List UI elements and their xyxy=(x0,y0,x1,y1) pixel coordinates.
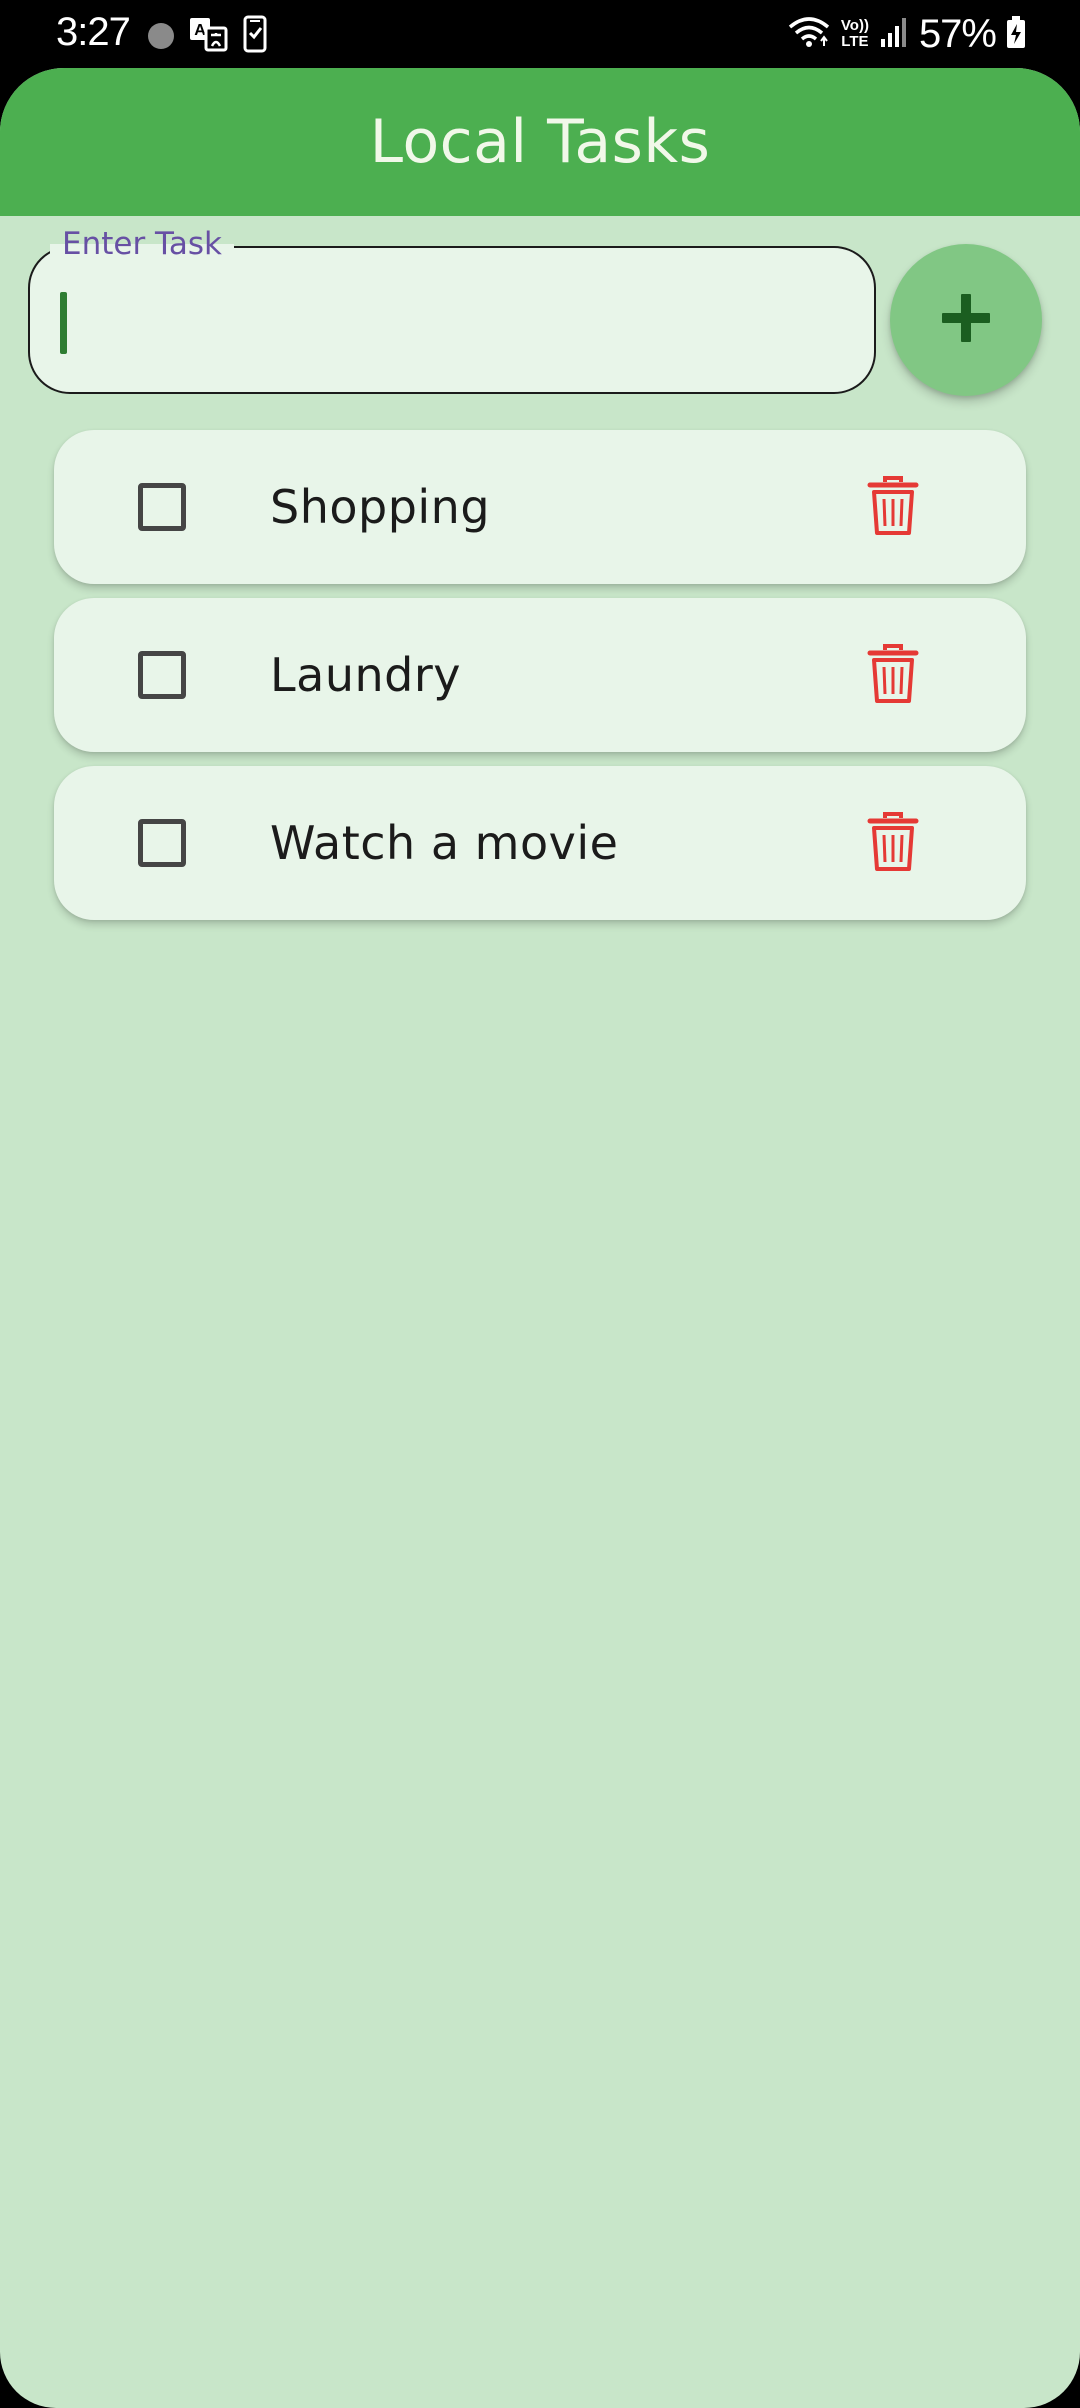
task-checkbox[interactable] xyxy=(138,483,186,531)
task-checkbox[interactable] xyxy=(138,651,186,699)
task-item: Laundry xyxy=(54,598,1026,752)
trash-icon xyxy=(867,475,919,541)
task-checkbox[interactable] xyxy=(138,819,186,867)
delete-task-button[interactable] xyxy=(862,811,924,877)
text-cursor xyxy=(60,292,67,354)
svg-text:A: A xyxy=(194,22,206,39)
task-item: Watch a movie xyxy=(54,766,1026,920)
task-input-label: Enter Task xyxy=(50,226,234,262)
plus-icon xyxy=(940,292,992,348)
status-bar: 3:27 A Vo)) LTE 57% xyxy=(0,0,1080,68)
battery-charging-icon xyxy=(1006,15,1026,53)
delete-task-button[interactable] xyxy=(862,475,924,541)
volte-top-label: Vo)) xyxy=(840,17,869,34)
app-screen: Local Tasks Enter Task Shopping Laundry … xyxy=(0,68,1080,2408)
task-label: Shopping xyxy=(270,480,491,534)
task-list: Shopping Laundry Watch a movie xyxy=(54,430,1026,934)
status-time: 3:27 xyxy=(56,10,131,54)
task-item: Shopping xyxy=(54,430,1026,584)
status-system-icons: Vo)) LTE 57% xyxy=(787,10,1026,58)
app-bar: Local Tasks xyxy=(0,68,1080,216)
signal-icon xyxy=(879,15,909,53)
volte-icon: Vo)) LTE xyxy=(841,18,869,50)
battery-percentage: 57% xyxy=(918,11,997,56)
task-label: Laundry xyxy=(270,648,461,702)
app-title: Local Tasks xyxy=(369,107,711,177)
phone-check-icon xyxy=(242,15,268,57)
trash-icon xyxy=(867,811,919,877)
add-task-button[interactable] xyxy=(890,244,1042,396)
delete-task-button[interactable] xyxy=(862,643,924,709)
wifi-icon xyxy=(787,13,831,55)
trash-icon xyxy=(867,643,919,709)
volte-bottom-label: LTE xyxy=(841,33,869,50)
task-input[interactable] xyxy=(56,278,840,366)
task-label: Watch a movie xyxy=(270,816,619,870)
translate-icon: A xyxy=(188,16,228,56)
task-input-field[interactable]: Enter Task xyxy=(28,226,876,394)
notification-dot-icon xyxy=(148,23,174,49)
status-notification-icons: A xyxy=(148,15,268,57)
